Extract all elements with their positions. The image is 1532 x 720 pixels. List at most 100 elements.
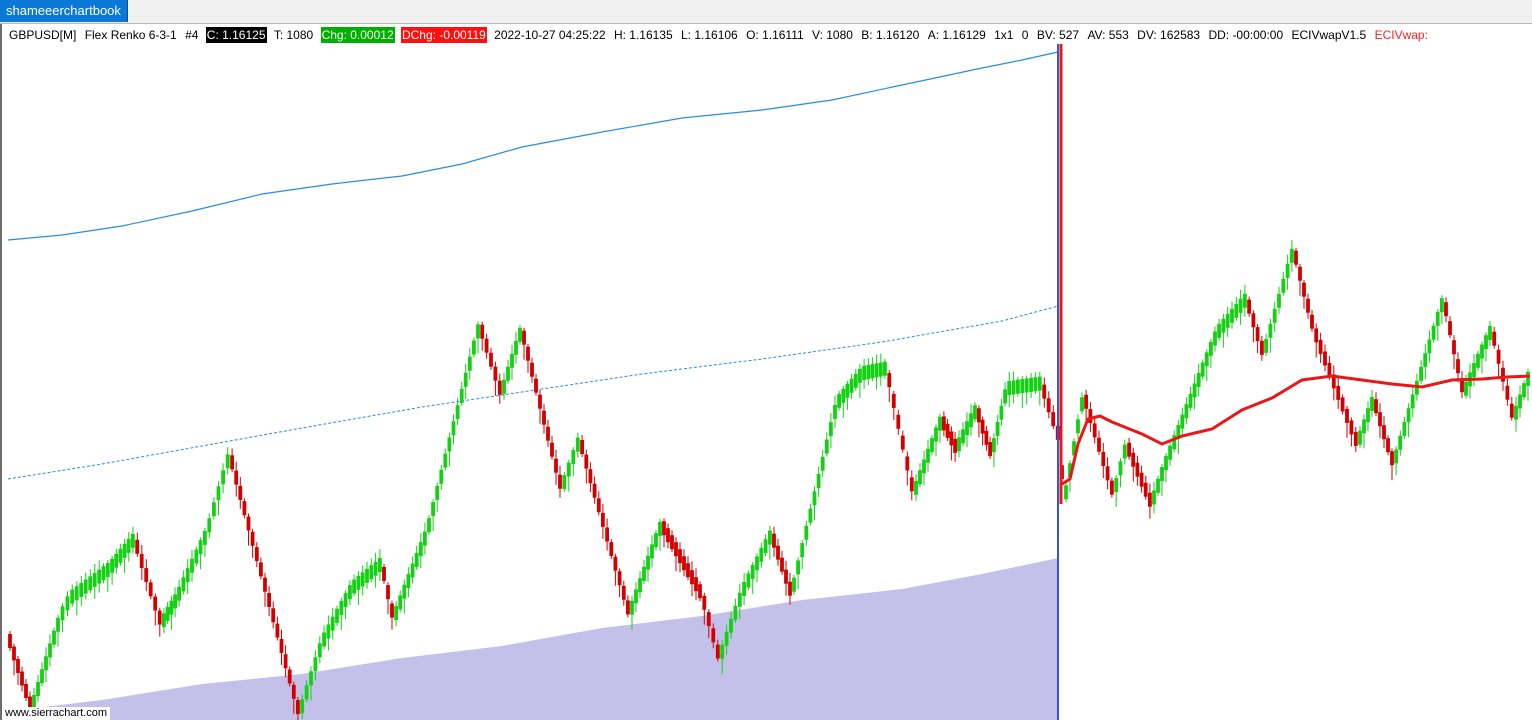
brick-body (157, 610, 162, 625)
brick-body (666, 528, 670, 543)
up-brick (1033, 372, 1038, 395)
up-brick (1168, 440, 1172, 466)
up-brick (1184, 397, 1189, 425)
up-brick (402, 579, 407, 614)
brick-body (1076, 419, 1080, 434)
up-brick (870, 357, 875, 382)
brick-body (1110, 480, 1114, 495)
brick-body (242, 501, 247, 516)
up-brick (883, 358, 887, 379)
brick-body (1148, 492, 1152, 507)
up-brick (207, 513, 212, 539)
brick-body (24, 684, 28, 698)
brick-body (406, 574, 411, 589)
up-brick (750, 561, 755, 594)
down-brick (1378, 403, 1382, 439)
volume-fill (2, 558, 1058, 720)
up-brick (79, 576, 84, 606)
down-brick (538, 389, 542, 424)
down-brick (1046, 391, 1051, 419)
chart-area[interactable]: GBPUSD[M] Flex Renko 6-3-1 #4 C: 1.16125… (0, 24, 1532, 720)
brick-body (1046, 398, 1051, 413)
up-brick (1156, 475, 1160, 496)
brick-body (88, 576, 93, 591)
down-brick (617, 568, 622, 598)
down-brick (690, 561, 694, 597)
brick-body (1314, 328, 1319, 343)
brick-body (724, 631, 729, 646)
down-brick (1336, 376, 1341, 409)
brick-body (646, 555, 650, 570)
brick-body (776, 545, 780, 560)
up-brick (122, 538, 127, 573)
down-brick (480, 321, 485, 351)
up-brick (74, 581, 79, 616)
up-brick (934, 424, 938, 457)
brick-body (896, 414, 901, 429)
brick-body (784, 569, 788, 584)
up-brick (447, 432, 452, 467)
brick-body (287, 669, 292, 684)
up-brick (514, 331, 518, 364)
chartbook-tab[interactable]: shameeerchartbook (0, 0, 128, 22)
brick-body (820, 456, 825, 471)
brick-body (1505, 385, 1510, 400)
brick-body (1092, 423, 1097, 438)
brick-body (768, 530, 772, 545)
brick-body (101, 566, 106, 581)
up-brick (833, 395, 837, 428)
brick-body (1238, 298, 1243, 313)
up-brick (1172, 430, 1177, 453)
brick-body (800, 543, 805, 558)
brick-body (918, 470, 922, 485)
up-brick (926, 439, 930, 472)
up-brick (414, 545, 419, 570)
up-brick (114, 548, 119, 574)
chart-type-label: Flex Renko 6-3-1 (84, 28, 177, 42)
brick-body (20, 671, 24, 686)
brick-body (92, 573, 97, 587)
up-brick (439, 464, 444, 490)
brick-body (502, 379, 506, 394)
up-brick (40, 662, 44, 687)
down-brick (609, 539, 614, 560)
up-brick (874, 354, 879, 390)
up-brick (1285, 254, 1290, 290)
brick-body (729, 618, 733, 633)
up-brick (162, 608, 166, 634)
down-brick (386, 582, 390, 615)
up-brick (1410, 387, 1415, 418)
brick-body (8, 634, 12, 648)
brick-body (720, 644, 725, 659)
brick-body (584, 454, 589, 469)
up-brick (48, 634, 52, 667)
down-brick (382, 563, 386, 584)
down-brick (1110, 477, 1114, 498)
brick-body (463, 372, 468, 387)
brick-body (190, 558, 194, 573)
brick-body (435, 485, 440, 500)
down-brick (1302, 279, 1306, 309)
down-brick (666, 523, 670, 549)
up-brick (339, 597, 344, 630)
up-brick (1518, 385, 1522, 418)
brick-body (1509, 403, 1514, 418)
down-brick (1294, 247, 1298, 268)
down-brick (772, 526, 776, 557)
brick-body (1285, 263, 1290, 278)
down-brick (1097, 430, 1101, 455)
up-brick (1225, 306, 1230, 337)
brick-body (862, 365, 866, 380)
brick-body (905, 456, 910, 471)
brick-body (1139, 472, 1144, 487)
up-brick (742, 573, 746, 605)
up-brick (510, 344, 514, 380)
up-brick (1243, 284, 1247, 317)
brick-body (135, 539, 140, 554)
brick-body (459, 389, 464, 403)
up-brick (418, 533, 423, 569)
brick-body (1160, 467, 1164, 482)
down-brick (1353, 426, 1358, 452)
brick-body (534, 378, 538, 393)
up-brick (173, 587, 177, 618)
